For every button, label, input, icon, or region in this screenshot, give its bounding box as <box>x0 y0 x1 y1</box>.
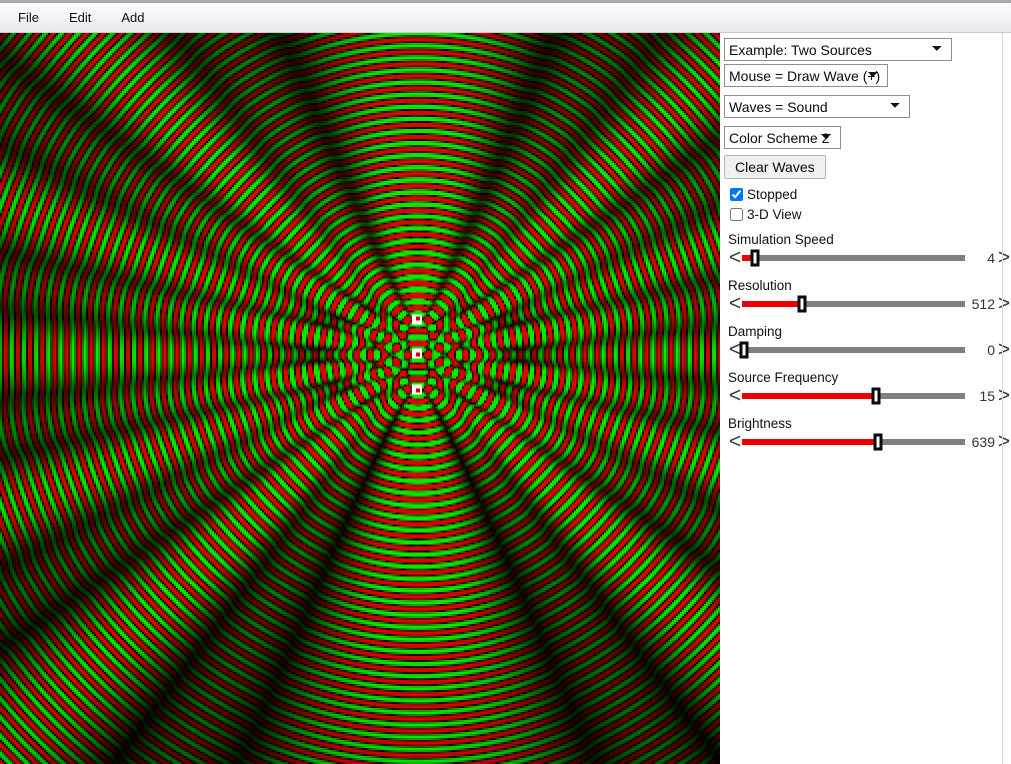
slider-thumb[interactable] <box>797 295 807 313</box>
slider-label-damping: Damping <box>728 324 783 339</box>
increment-arrow-icon[interactable]: > <box>997 339 1011 360</box>
decrement-arrow-icon[interactable]: < <box>728 247 742 268</box>
mouse-mode-select[interactable]: Mouse = Draw Wave (+) <box>724 64 888 87</box>
slider-brightness[interactable]: < 639 > <box>728 431 1011 452</box>
ripple-tank-app: File Edit Add Example: Two Sources Mouse… <box>0 0 1011 764</box>
slider-label-source-frequency: Source Frequency <box>728 370 839 385</box>
slider-value-resolution: 512 <box>971 296 995 312</box>
ripple-tank-canvas[interactable] <box>0 33 720 764</box>
slider-thumb[interactable] <box>750 249 760 267</box>
checkbox-row-stopped[interactable]: Stopped <box>724 187 1011 202</box>
slider-block-source-frequency: Source Frequency < 15 > <box>724 370 1011 407</box>
slider-thumb[interactable] <box>871 387 881 405</box>
slider-source-frequency[interactable]: < 15 > <box>728 385 1011 406</box>
checkbox-3d-view[interactable] <box>730 208 743 221</box>
slider-track-bg <box>742 347 965 353</box>
menu-edit[interactable]: Edit <box>57 6 103 29</box>
slider-track-simulation-speed[interactable] <box>742 248 965 268</box>
slider-block-brightness: Brightness < 639 > <box>724 416 1011 453</box>
slider-value-simulation-speed: 4 <box>987 250 995 266</box>
color-scheme-select[interactable]: Color Scheme 2 <box>724 126 841 149</box>
slider-block-simulation-speed: Simulation Speed < 4 > <box>724 232 1011 269</box>
slider-label-resolution: Resolution <box>728 278 792 293</box>
slider-thumb[interactable] <box>739 341 749 359</box>
decrement-arrow-icon[interactable]: < <box>728 431 742 452</box>
decrement-arrow-icon[interactable]: < <box>728 385 742 406</box>
slider-block-damping: Damping < 0 > <box>724 324 1011 361</box>
slider-track-fill <box>742 301 803 307</box>
slider-damping[interactable]: < 0 > <box>728 339 1011 360</box>
slider-value-brightness: 639 <box>971 434 995 450</box>
slider-label-simulation-speed: Simulation Speed <box>728 232 834 247</box>
slider-track-damping[interactable] <box>739 340 965 360</box>
control-panel: Example: Two Sources Mouse = Draw Wave (… <box>720 33 1011 764</box>
slider-track-fill <box>742 439 879 445</box>
slider-thumb[interactable] <box>873 433 883 451</box>
slider-track-bg <box>742 255 965 261</box>
wave-type-select[interactable]: Waves = Sound <box>724 95 910 118</box>
decrement-arrow-icon[interactable]: < <box>728 293 742 314</box>
wave-simulation-area[interactable] <box>0 33 720 764</box>
menu-file[interactable]: File <box>6 6 51 29</box>
clear-waves-button[interactable]: Clear Waves <box>724 155 826 179</box>
slider-track-resolution[interactable] <box>742 294 965 314</box>
panel-divider <box>1002 33 1003 764</box>
slider-label-brightness: Brightness <box>728 416 792 431</box>
slider-track-source-frequency[interactable] <box>742 386 965 406</box>
increment-arrow-icon[interactable]: > <box>997 293 1011 314</box>
menu-add[interactable]: Add <box>109 6 156 29</box>
checkbox-row-3d-view[interactable]: 3-D View <box>724 207 1011 222</box>
slider-simulation-speed[interactable]: < 4 > <box>728 247 1011 268</box>
slider-block-resolution: Resolution < 512 > <box>724 278 1011 315</box>
slider-track-brightness[interactable] <box>742 432 965 452</box>
checkbox-stopped-label[interactable]: Stopped <box>747 187 797 202</box>
checkbox-3d-view-label[interactable]: 3-D View <box>747 207 802 222</box>
slider-track-fill <box>742 393 876 399</box>
slider-value-source-frequency: 15 <box>979 388 995 404</box>
slider-resolution[interactable]: < 512 > <box>728 293 1011 314</box>
menu-bar: File Edit Add <box>0 0 1011 33</box>
increment-arrow-icon[interactable]: > <box>997 247 1011 268</box>
example-select[interactable]: Example: Two Sources <box>724 38 952 61</box>
checkbox-stopped[interactable] <box>730 188 743 201</box>
slider-value-damping: 0 <box>987 342 995 358</box>
increment-arrow-icon[interactable]: > <box>997 385 1011 406</box>
increment-arrow-icon[interactable]: > <box>997 431 1011 452</box>
